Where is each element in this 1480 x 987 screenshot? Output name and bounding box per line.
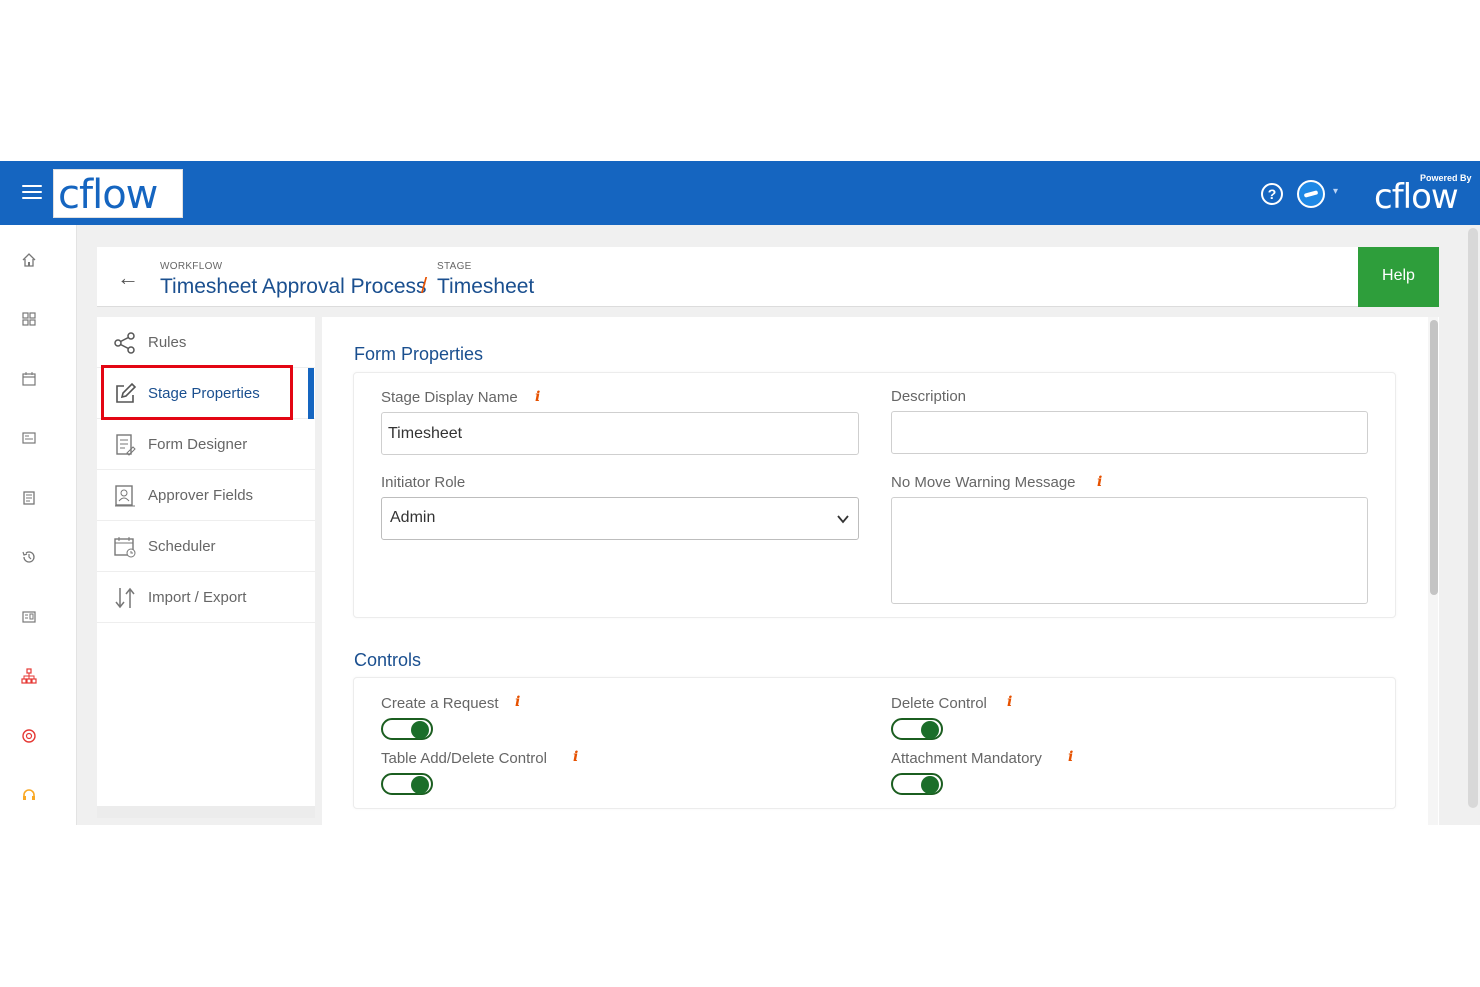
create-request-toggle[interactable] (381, 718, 433, 740)
left-nav-rail (0, 225, 77, 825)
calendar-icon[interactable] (21, 371, 37, 387)
side-menu-footer (97, 806, 315, 818)
attachment-mandatory-toggle[interactable] (891, 773, 943, 795)
menu-item-form-designer[interactable]: Form Designer (97, 419, 315, 470)
breadcrumb: ← WORKFLOW Timesheet Approval Process / … (97, 247, 1439, 307)
report-icon[interactable] (21, 609, 37, 625)
app-logo-text: cflow (58, 172, 158, 218)
menu-item-label: Import / Export (148, 589, 247, 606)
delete-control-label: Delete Control (891, 695, 987, 712)
menu-item-label: Form Designer (148, 436, 248, 453)
initiator-role-select[interactable]: Admin (381, 497, 859, 540)
home-icon[interactable] (21, 252, 37, 268)
info-icon[interactable]: i (1007, 694, 1012, 710)
no-move-warning-label: No Move Warning Message (891, 474, 1076, 491)
page-scrollbar[interactable] (1468, 228, 1478, 808)
initiator-role-value: Admin (390, 509, 436, 526)
table-add-delete-toggle[interactable] (381, 773, 433, 795)
menu-item-import-export[interactable]: Import / Export (97, 572, 315, 623)
menu-item-label: Rules (148, 334, 187, 351)
description-label: Description (891, 388, 967, 405)
stage-side-menu: Rules Stage Properties Form Designer App… (97, 317, 315, 817)
attachment-mandatory-label: Attachment Mandatory (891, 750, 1042, 767)
create-request-label: Create a Request (381, 695, 499, 712)
menu-item-stage-properties[interactable]: Stage Properties (97, 368, 315, 419)
import-export-icon (115, 587, 135, 609)
org-chart-icon[interactable] (21, 668, 37, 684)
top-header-bar: cflow ? ▾ Powered By cflow (0, 161, 1480, 225)
active-menu-indicator (308, 368, 314, 419)
share-nodes-icon (114, 332, 135, 354)
powered-by-logo: cflow (1374, 177, 1459, 217)
controls-title: Controls (354, 650, 422, 670)
info-icon[interactable]: i (1097, 474, 1102, 490)
table-add-delete-label: Table Add/Delete Control (381, 750, 547, 767)
back-arrow-icon[interactable]: ← (117, 265, 139, 291)
menu-item-label: Stage Properties (148, 385, 260, 402)
document-icon[interactable] (21, 490, 37, 506)
edit-icon (116, 382, 137, 403)
stage-caption: STAGE (437, 261, 472, 272)
workflow-name-link[interactable]: Timesheet Approval Process (160, 275, 427, 299)
app-logo[interactable]: cflow (53, 169, 183, 218)
chevron-down-icon (837, 515, 849, 524)
stage-name: Timesheet (437, 275, 535, 298)
menu-item-rules[interactable]: Rules (97, 317, 315, 368)
menu-item-label: Scheduler (148, 538, 216, 555)
breadcrumb-separator: / (421, 273, 428, 298)
info-icon[interactable]: i (535, 389, 540, 405)
delete-control-toggle[interactable] (891, 718, 943, 740)
inbox-icon[interactable] (21, 430, 37, 446)
chevron-down-icon[interactable]: ▾ (1333, 186, 1338, 197)
help-button[interactable]: Help (1358, 247, 1439, 307)
form-designer-icon (116, 434, 136, 456)
menu-item-approver-fields[interactable]: Approver Fields (97, 470, 315, 521)
help-circle-icon[interactable]: ? (1261, 183, 1283, 205)
workflow-caption: WORKFLOW (160, 261, 223, 272)
controls-card (353, 677, 1396, 809)
user-avatar[interactable] (1297, 180, 1325, 208)
hamburger-menu-icon[interactable] (22, 183, 42, 201)
support-lifebuoy-icon[interactable] (21, 728, 37, 744)
info-icon[interactable]: i (1068, 749, 1073, 765)
stage-display-name-label: Stage Display Name (381, 389, 518, 406)
approver-fields-icon (115, 485, 135, 507)
no-move-warning-textarea[interactable] (891, 497, 1368, 604)
dashboard-grid-icon[interactable] (21, 311, 37, 327)
description-input[interactable] (891, 411, 1368, 454)
menu-item-label: Approver Fields (148, 487, 254, 504)
history-icon[interactable] (21, 549, 37, 565)
headset-icon[interactable] (21, 787, 37, 803)
info-icon[interactable]: i (515, 694, 520, 710)
info-icon[interactable]: i (573, 749, 578, 765)
calendar-clock-icon (114, 537, 136, 558)
menu-item-scheduler[interactable]: Scheduler (97, 521, 315, 572)
panel-scrollbar-thumb[interactable] (1430, 320, 1438, 595)
stage-display-name-input[interactable] (381, 412, 859, 455)
form-properties-title: Form Properties (354, 344, 484, 364)
initiator-role-label: Initiator Role (381, 474, 466, 491)
